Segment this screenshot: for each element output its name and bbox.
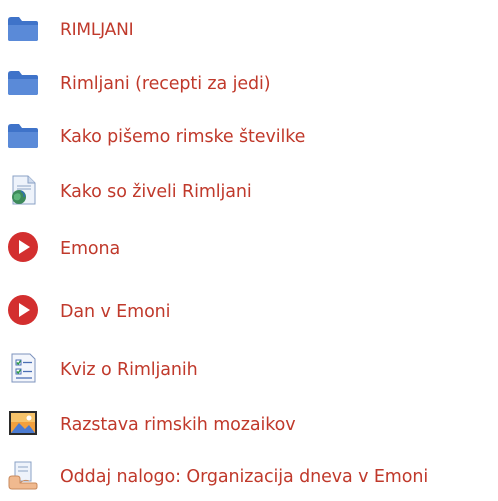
play-video-icon — [6, 230, 40, 264]
quiz-icon — [6, 351, 40, 385]
activity-link[interactable]: Kviz o Rimljanih — [60, 360, 198, 380]
activity-link[interactable]: Rimljani (recepti za jedi) — [60, 74, 271, 94]
web-page-icon — [6, 173, 40, 207]
activity-link[interactable]: Kako so živeli Rimljani — [60, 182, 252, 202]
folder-icon — [6, 118, 40, 152]
activity-link[interactable]: RIMLJANI — [60, 20, 134, 40]
folder-icon — [6, 11, 40, 45]
assignment-icon — [6, 458, 40, 492]
image-icon — [6, 406, 40, 440]
activity-link[interactable]: Oddaj nalogo: Organizacija dneva v Emoni — [60, 467, 428, 487]
activity-link[interactable]: Dan v Emoni — [60, 302, 171, 322]
activity-link[interactable]: Emona — [60, 239, 120, 259]
activity-link[interactable]: Razstava rimskih mozaikov — [60, 415, 296, 435]
play-video-icon — [6, 293, 40, 327]
activity-link[interactable]: Kako pišemo rimske številke — [60, 127, 305, 147]
course-activity-list: RIMLJANI Rimljani (recepti za jedi) Kako… — [0, 0, 498, 501]
folder-icon — [6, 65, 40, 99]
